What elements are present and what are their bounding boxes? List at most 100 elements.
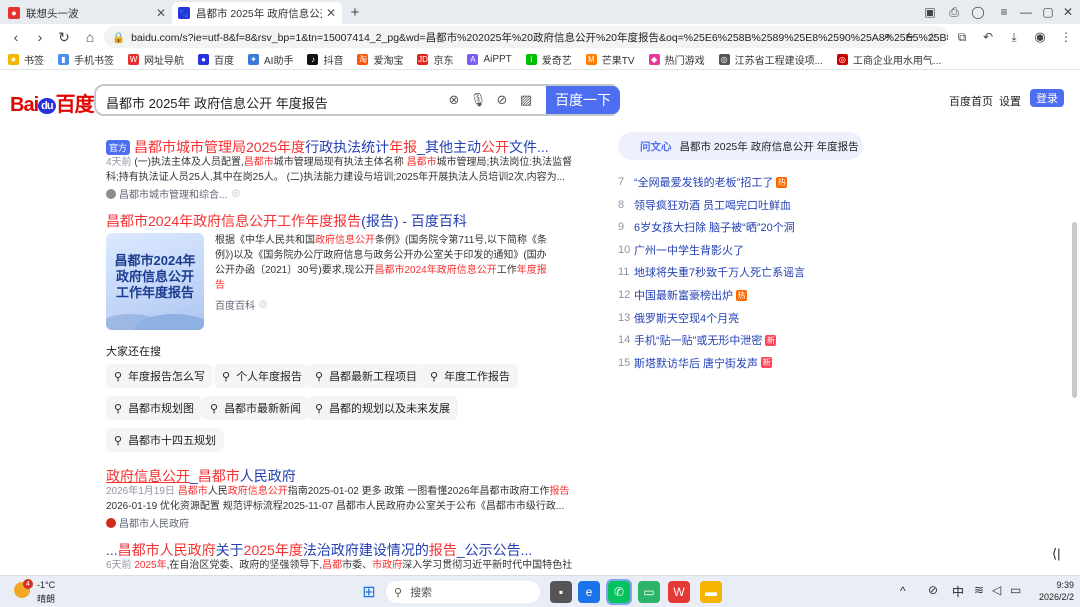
more-icon[interactable]: ⋮ — [1056, 27, 1076, 47]
baidu-home-link[interactable]: 百度首页 — [949, 93, 993, 109]
result-title[interactable]: 官方 昌都市城市管理局2025年度行政执法统计年报_其他主动公开文件... — [106, 137, 549, 157]
start-icon[interactable]: ⊞ — [358, 581, 380, 603]
settings-link[interactable]: 设置 — [999, 93, 1021, 109]
sidebar-icon[interactable]: ▣ — [920, 2, 940, 22]
bookmark-item[interactable]: M 芒果TV — [585, 52, 635, 67]
volume-icon[interactable]: ◁ — [992, 583, 1001, 597]
related-chip[interactable]: ⚲ 昌都市十四五规划 — [106, 428, 225, 452]
result-thumbnail[interactable]: 昌都市2024年政府信息公开工作年度报告 — [106, 233, 204, 330]
new-tab-button[interactable]: + — [346, 3, 364, 21]
profile-icon[interactable]: ◉ — [1030, 27, 1050, 47]
url-field[interactable]: 🔒 baidu.com/s?ie=utf-8&f=8&rsv_bp=1&tn=1… — [104, 26, 948, 48]
ai-ask-bar[interactable]: 问文心 昌都市 2025年 政府信息公开 年度报告 — [618, 132, 863, 160]
related-chip[interactable]: ⚲ 昌都的规划以及未来发展 — [307, 396, 459, 420]
clock-date[interactable]: 2026/2/2 — [1020, 592, 1074, 602]
search-icon: ⚲ — [114, 370, 123, 383]
browser-tab-strip: ● 联想头一波 ✕ 🐾 昌都市 2025年 政府信息公开 年度 ✕ + ▣ ⎙ … — [0, 0, 1080, 24]
bolt-icon[interactable]: ϟ — [900, 27, 920, 47]
bookmark-item[interactable]: ● 百度 — [198, 52, 234, 67]
bookmark-item[interactable]: i 爱奇艺 — [525, 52, 572, 67]
bookmark-item[interactable]: ★ 书签 — [8, 52, 44, 67]
bookmark-item[interactable]: A AiPPT — [467, 54, 512, 65]
hot-rank: 11 — [618, 266, 630, 279]
share-icon[interactable]: ↗ — [876, 27, 896, 47]
wechat-icon[interactable]: ✆ — [606, 579, 632, 605]
scrollbar-thumb[interactable] — [1072, 222, 1077, 398]
image-search-icon[interactable]: ▨ — [518, 92, 534, 108]
close-icon[interactable]: ✕ — [326, 6, 336, 20]
minimize-icon[interactable]: — — [1016, 2, 1036, 22]
search-input[interactable]: 昌都市 2025年 政府信息公开 年度报告 ⊗ 🎙 ⊘ ▨ 百度一下 — [94, 84, 620, 116]
related-chip[interactable]: ⚲ 昌都最新工程项目 — [307, 364, 426, 388]
extension-icon[interactable]: ⧉ — [952, 27, 972, 47]
hot-search-item[interactable]: 13 俄罗斯天空现4个月亮 — [618, 310, 739, 326]
chevron-up-icon[interactable]: ^ — [900, 584, 906, 598]
hot-search-item[interactable]: 14 手机“贴一贴”或无形中泄密新 — [618, 332, 777, 348]
hot-search-item[interactable]: 10 广州一中学生背影火了 — [618, 242, 744, 258]
menu-icon[interactable]: ≡ — [994, 2, 1014, 22]
tab-active[interactable]: 🐾 昌都市 2025年 政府信息公开 年度 ✕ — [172, 2, 342, 24]
taskview-icon[interactable]: ▪ — [550, 581, 572, 603]
folder-icon[interactable]: ▬ — [700, 581, 722, 603]
ime-indicator[interactable]: 中 — [952, 583, 964, 600]
search-button[interactable]: 百度一下 — [546, 86, 620, 114]
tab-inactive[interactable]: ● 联想头一波 ✕ — [2, 2, 172, 24]
result-title[interactable]: ...昌都市人民政府关于2025年度法治政府建设情况的报告_公示公告... — [106, 540, 532, 560]
bookmark-item[interactable]: ◎ 江苏省工程建设项... — [718, 52, 823, 67]
star-icon: ★ — [8, 54, 19, 65]
hot-search-item[interactable]: 11 地球将失重7秒致千万人死亡系谣言 — [618, 264, 805, 280]
maximize-icon[interactable]: ▢ — [1038, 2, 1058, 22]
hot-search-item[interactable]: 8 领导疯狂劝酒 员工喝完口吐鲜血 — [618, 197, 791, 213]
hot-search-item[interactable]: 12 中国最新富豪榜出炉热 — [618, 287, 747, 303]
result-source[interactable]: 昌都市人民政府 — [106, 515, 189, 530]
bookmark-item[interactable]: ▮ 手机书签 — [58, 52, 114, 67]
bookmark-item[interactable]: W 网址导航 — [128, 52, 184, 67]
taskbar-search[interactable]: ⚲ 搜索 — [386, 581, 540, 603]
mic-icon[interactable]: 🎙 — [470, 92, 487, 108]
bookmark-item[interactable]: 淘爱淘宝 — [357, 52, 403, 67]
result-title[interactable]: 昌都市2024年政府信息公开工作年度报告(报告) - 百度百科 — [106, 211, 467, 231]
weather-desc: 晴朗 — [37, 594, 56, 604]
forward-icon[interactable]: › — [30, 27, 50, 47]
bookmark-item[interactable]: ◆ 热门游戏 — [648, 52, 705, 67]
back-icon[interactable]: ‹ — [6, 27, 26, 47]
clear-icon[interactable]: ⊗ — [446, 92, 462, 108]
download-icon[interactable]: ⤓ — [1004, 27, 1024, 47]
home-icon[interactable]: ⌂ — [80, 27, 100, 47]
related-chip[interactable]: ⚲ 昌都市规划图 — [106, 396, 203, 420]
hot-search-item[interactable]: 7 “全网最爱发钱的老板”招工了热 — [618, 174, 788, 190]
star-icon[interactable]: ☆ — [922, 27, 942, 47]
result-title[interactable]: 政府信息公开_昌都市人民政府 — [106, 466, 296, 486]
user-icon[interactable]: ◯ — [968, 2, 988, 22]
wps-icon[interactable]: W — [668, 581, 690, 603]
related-chip[interactable]: ⚲ 年度报告怎么写 — [106, 364, 214, 388]
result-snippet: 告 — [215, 280, 225, 291]
result-snippet: 公开办函〔2021〕30号)要求,现公开昌都市2024年政府信息公开工作年度报 — [215, 265, 547, 276]
browser-icon[interactable]: e — [578, 581, 600, 603]
undo-icon[interactable]: ↶ — [978, 27, 998, 47]
print-icon[interactable]: ⎙ — [944, 2, 964, 22]
related-chip[interactable]: ⚲ 个人年度报告 — [214, 364, 311, 388]
close-window-icon[interactable]: ✕ — [1058, 2, 1078, 22]
wifi-icon[interactable]: ≋ — [974, 583, 984, 597]
result-source[interactable]: 昌都市城市管理和综合... ◎ — [106, 186, 240, 201]
bookmark-item[interactable]: ◎ 工商企业用水用气... — [836, 52, 941, 67]
baidu-logo[interactable]: Bai du 百度 — [10, 88, 95, 117]
hot-badge: 新 — [765, 334, 777, 346]
clock-time[interactable]: 9:39 — [1034, 580, 1074, 590]
attach-icon[interactable]: ⊘ — [494, 92, 510, 108]
close-icon[interactable]: ✕ — [156, 6, 166, 20]
collapse-icon[interactable]: ⟨| — [1052, 546, 1060, 562]
hot-search-item[interactable]: 15 斯塔默访华后 唐宁街发声新 — [618, 355, 773, 371]
related-chip[interactable]: ⚲ 昌都市最新新闻 — [202, 396, 310, 420]
related-chip[interactable]: ⚲ 年度工作报告 — [422, 364, 519, 388]
bookmark-item[interactable]: ♪ 抖音 — [307, 52, 343, 67]
hot-search-item[interactable]: 9 6岁女孩大扫除 脑子被“晒”20个洞 — [618, 219, 795, 235]
bookmark-item[interactable]: ✦ AI助手 — [248, 52, 293, 67]
bookmark-item[interactable]: JD 京东 — [417, 52, 453, 67]
result-source[interactable]: 百度百科 ◎ — [215, 297, 268, 312]
no-disturb-icon[interactable]: ⊘ — [928, 583, 938, 597]
login-button[interactable]: 登录 — [1030, 89, 1064, 107]
reload-icon[interactable]: ↻ — [54, 27, 74, 47]
chat-icon[interactable]: ▭ — [638, 581, 660, 603]
